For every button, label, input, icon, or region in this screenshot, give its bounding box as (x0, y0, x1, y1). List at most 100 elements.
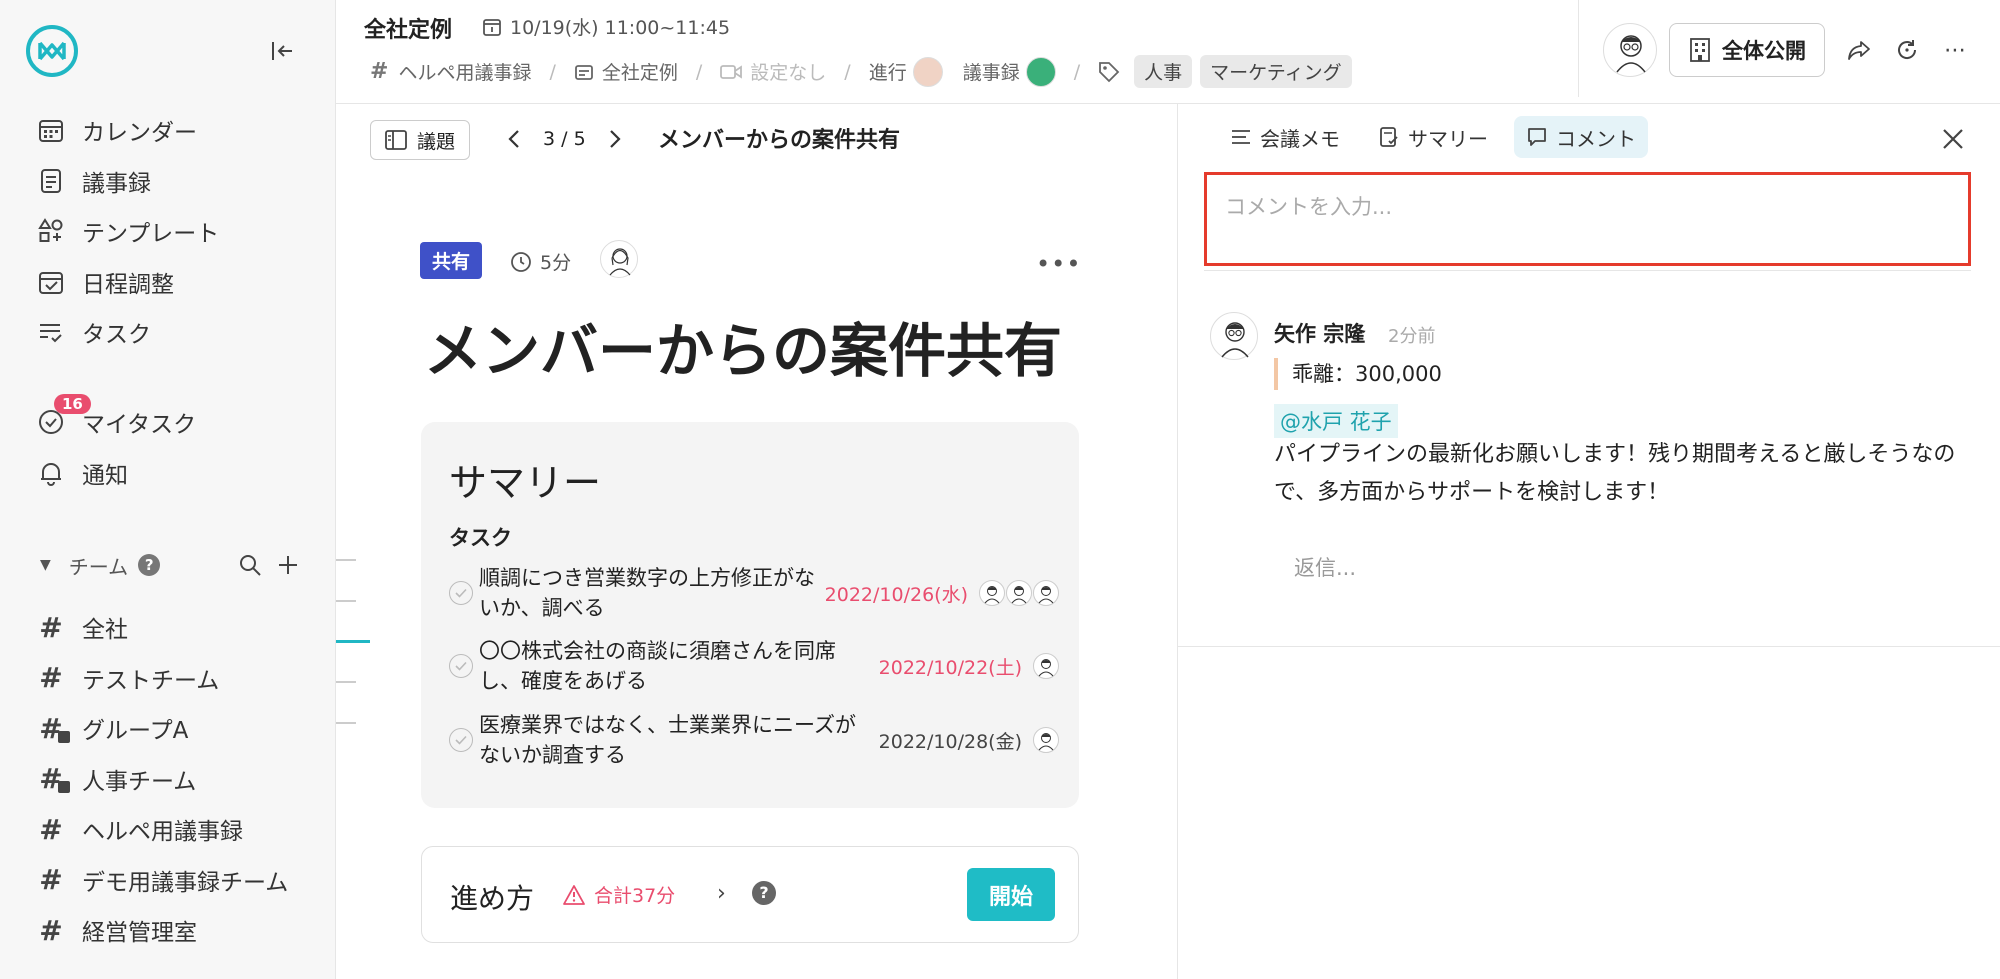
sidebar-item-tasks[interactable]: タスク (36, 310, 151, 354)
check-circle-icon: 16 (36, 394, 91, 437)
sidebar-team-item[interactable]: # グループA (36, 706, 188, 750)
sidebar-team-item[interactable]: # 全社 (36, 605, 128, 649)
task-row[interactable]: 医療業界ではなく、士業業界にニーズがないか調査する 2022/10/28(金) (449, 710, 1059, 770)
sidebar-item-template[interactable]: テンプレート (36, 209, 219, 253)
sidebar-team-item[interactable]: # テストチーム (36, 656, 219, 700)
hash-icon: # (39, 863, 63, 896)
task-due-date[interactable]: 2022/10/28(金) (879, 727, 1022, 754)
start-button[interactable]: 開始 (967, 868, 1055, 921)
panel-tabs: 会議メモ サマリー コメント (1218, 116, 1662, 158)
expand-chevron-icon[interactable]: › (717, 881, 726, 906)
current-topic-title: メンバーからの案件共有 (658, 128, 901, 153)
meeting-title: 全社定例 (364, 18, 453, 43)
sidebar-item-calendar[interactable]: カレンダー (36, 108, 197, 152)
locked-channel-icon: # (36, 712, 70, 745)
separator: / (549, 60, 556, 83)
assignee-avatar[interactable] (979, 580, 1005, 606)
task-checkbox[interactable] (449, 654, 473, 678)
tag-chip[interactable]: マーケティング (1200, 55, 1352, 88)
minutes-taker-avatar[interactable] (1025, 56, 1056, 87)
comment-quote: 乖離：300,000 (1274, 358, 1442, 390)
outline-marker[interactable] (336, 600, 356, 602)
task-due-date[interactable]: 2022/10/26(水) (825, 580, 968, 607)
app-logo-icon[interactable] (25, 24, 79, 78)
meeting-datetime: 10/19(水) 11:00~11:45 (482, 13, 730, 40)
topic-owner-avatar[interactable] (600, 240, 638, 278)
owner-avatar[interactable] (1603, 23, 1657, 77)
task-due-date[interactable]: 2022/10/22(土) (879, 653, 1022, 680)
sidebar-team-label: 人事チーム (82, 768, 197, 795)
sidebar-team-item[interactable]: # ヘルペ用議事録 (36, 807, 243, 851)
comment-mention[interactable]: @水戸 花子 (1274, 404, 1398, 438)
sidebar-team-item[interactable]: # 人事チーム (36, 757, 196, 801)
search-icon[interactable] (238, 553, 262, 577)
tag-chip[interactable]: 人事 (1134, 55, 1193, 88)
tab-meeting-memo[interactable]: 会議メモ (1218, 116, 1352, 158)
help-icon[interactable]: ? (138, 554, 161, 576)
prev-topic-icon[interactable] (501, 124, 527, 154)
topic-heading: メンバーからの案件共有 (424, 317, 1063, 385)
sidebar-item-schedule[interactable]: 日程調整 (36, 260, 174, 304)
share-tag[interactable]: 共有 (420, 242, 483, 279)
task-text: 〇〇株式会社の商談に須磨さんを同席し、確度をあげる (479, 639, 836, 693)
meeting-series-icon (574, 62, 594, 82)
tab-comments[interactable]: コメント (1514, 116, 1648, 158)
topic-more-options-icon[interactable]: ••• (1036, 250, 1081, 278)
lock-icon (58, 781, 70, 793)
sidebar: カレンダー 議事録 テンプレート 日程調整 タスク 16 マイタスク 通知 ▼ … (0, 0, 336, 979)
assignee-avatar[interactable] (1033, 580, 1059, 606)
refresh-icon[interactable] (1891, 34, 1923, 66)
comment-author-avatar[interactable] (1210, 312, 1258, 360)
collapse-sidebar-icon[interactable] (268, 36, 298, 66)
clock-icon (510, 251, 532, 273)
team-section-header[interactable]: ▼ チーム ? (40, 547, 300, 583)
datetime-text: 10/19(水) 11:00~11:45 (510, 17, 731, 39)
assignee-avatar[interactable] (1033, 653, 1059, 679)
task-checkbox[interactable] (449, 728, 473, 752)
task-assignees[interactable] (1032, 653, 1059, 679)
sidebar-item-my-tasks[interactable]: 16 マイタスク (36, 394, 196, 444)
calendar-icon (36, 115, 66, 145)
help-icon[interactable]: ? (752, 881, 776, 905)
video-setting[interactable]: 設定なし (750, 58, 826, 85)
outline-marker[interactable] (336, 681, 356, 683)
task-assignees[interactable] (978, 580, 1059, 606)
visibility-button[interactable]: 全体公開 (1669, 23, 1825, 77)
sidebar-item-notifications[interactable]: 通知 (36, 451, 128, 495)
task-checkbox[interactable] (449, 581, 473, 605)
close-panel-icon[interactable] (1938, 124, 1968, 154)
topic-duration[interactable]: 5分 (510, 248, 571, 275)
more-options-icon[interactable]: ⋯ (1939, 34, 1971, 66)
locked-channel-icon: # (36, 762, 70, 795)
task-row[interactable]: 〇〇株式会社の商談に須磨さんを同席し、確度をあげる 2022/10/22(土) (449, 636, 1059, 696)
share-icon[interactable] (1843, 34, 1875, 66)
agenda-toggle-button[interactable]: 議題 (370, 120, 471, 160)
comments-panel: 会議メモ サマリー コメント 矢作 宗隆 2分前 乖離：300,000 @水戸 … (1177, 104, 2000, 979)
team-header-label: チーム (68, 554, 129, 579)
outline-marker[interactable] (336, 559, 356, 561)
sidebar-item-minutes[interactable]: 議事録 (36, 159, 151, 203)
add-team-icon[interactable] (276, 553, 300, 577)
assignee-avatar[interactable] (1006, 580, 1032, 606)
sidebar-panel-icon (385, 130, 407, 150)
tab-summary[interactable]: サマリー (1366, 116, 1500, 158)
facilitator-avatar[interactable] (912, 56, 943, 87)
agenda-main: 議題 3 / 5 メンバーからの案件共有 共有 5分 ••• メンバーからの案件… (336, 104, 1177, 979)
reply-input[interactable]: 返信... (1294, 552, 1356, 582)
next-topic-icon[interactable] (602, 124, 628, 154)
sidebar-team-label: グループA (82, 718, 189, 744)
task-row[interactable]: 順調につき営業数字の上方修正がないか、調べる 2022/10/26(水) (449, 563, 1059, 623)
comment-input[interactable] (1204, 172, 1971, 266)
outline-marker[interactable] (336, 722, 356, 724)
assignee-avatar[interactable] (1033, 727, 1059, 753)
progress-title: 進め方 (450, 882, 535, 915)
task-assignees[interactable] (1032, 727, 1059, 753)
channel-link[interactable]: ヘルペ用議事録 (398, 58, 531, 85)
sidebar-team-item[interactable]: # 経営管理室 (36, 908, 197, 952)
outline-marker-active[interactable] (336, 640, 370, 643)
progress-card: 進め方 合計37分 › ? 開始 (421, 846, 1079, 943)
separator: / (844, 60, 851, 83)
sidebar-team-item[interactable]: # デモ用議事録チーム (36, 858, 288, 902)
caret-down-icon[interactable]: ▼ (40, 557, 51, 573)
meeting-series-link[interactable]: 全社定例 (602, 58, 678, 85)
